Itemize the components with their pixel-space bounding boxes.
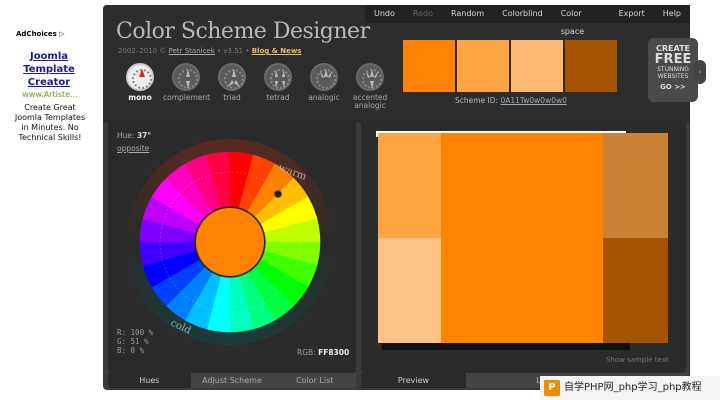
version: • v3.51 •	[217, 47, 250, 55]
ad-choices[interactable]: AdChoices ▷	[16, 30, 65, 38]
hue-readout: Hue: 37°	[117, 131, 151, 140]
menu-help[interactable]: Help	[654, 5, 690, 23]
swatch-lighter[interactable]	[511, 40, 563, 92]
ad-column: AdChoices ▷ Joomla Template Creator www.…	[0, 0, 98, 400]
tab-hues[interactable]: Hues	[108, 373, 191, 388]
menu-colorblind[interactable]: Colorblind	[493, 5, 552, 23]
selected-hue-center	[196, 208, 264, 276]
analogic-icon	[310, 63, 338, 91]
ad-url[interactable]: www.Artiste...	[14, 90, 86, 99]
tab-color-list[interactable]: Color List	[273, 373, 357, 388]
mode-label: triad	[223, 93, 241, 102]
complement-icon	[172, 63, 200, 91]
rgb-value: FF8300	[318, 348, 350, 357]
swatch-light[interactable]	[457, 40, 509, 92]
scheme-id-link[interactable]: 0A11Tw0w0w0w0	[500, 96, 566, 105]
hues-panel: warm cold Hue: 37° opposite R: 100 % G: …	[108, 120, 356, 373]
mode-triad[interactable]: triad	[209, 63, 255, 110]
preview-dark-block	[603, 133, 668, 238]
show-sample-text-link[interactable]: Show sample text	[606, 356, 669, 364]
preview-area	[376, 131, 668, 350]
scheme-swatches	[403, 40, 617, 92]
blog-link[interactable]: Blog & News	[252, 47, 302, 55]
watermark-text: 自学PHP网_php学习_php教程	[564, 382, 702, 393]
tetrad-icon	[264, 63, 292, 91]
triad-icon	[218, 63, 246, 91]
hue-handle[interactable]	[274, 190, 282, 198]
create-ad-go: GO >>	[660, 83, 686, 91]
mode-tetrad[interactable]: tetrad	[255, 63, 301, 110]
ad-choices-icon: ▷	[59, 30, 65, 38]
chevron-right-icon[interactable]: ›	[694, 60, 706, 84]
menu-undo[interactable]: Undo	[365, 5, 404, 23]
ad-title-link[interactable]: Joomla Template Creator	[14, 50, 84, 89]
scheme-mode-selector: mono complement triad tetrad analogic ac…	[117, 63, 393, 110]
mode-label: tetrad	[266, 93, 290, 102]
rgb-percent: R: 100 % G: 51 % B: 0 %	[117, 328, 153, 355]
menu-export[interactable]: Export	[610, 5, 654, 23]
scheme-preview	[378, 133, 668, 343]
author-link[interactable]: Petr Stanicek	[169, 47, 215, 55]
rgb-hex: RGB: FF8300	[297, 348, 349, 357]
top-menu: Undo Redo Random Colorblind Color space …	[365, 5, 690, 36]
menu-random[interactable]: Random	[442, 5, 493, 23]
left-tabs: Hues Adjust Scheme Color List	[108, 373, 357, 388]
accented-analogic-icon	[356, 63, 384, 91]
mono-icon	[126, 63, 154, 91]
create-ad-line2: FREE	[654, 52, 692, 67]
mode-complement[interactable]: complement	[163, 63, 211, 110]
menu-color-space[interactable]: Color space	[552, 5, 610, 36]
rgb-label: RGB:	[297, 348, 316, 357]
ad-body: Create Great Joomla Templates in Minutes…	[14, 103, 86, 142]
tab-preview[interactable]: Preview	[361, 373, 466, 388]
mode-label: complement	[163, 93, 211, 102]
ad-choices-label: AdChoices	[16, 30, 57, 38]
color-wheel[interactable]: warm cold	[128, 130, 338, 370]
mode-label: accented analogic	[352, 93, 388, 110]
mode-analogic[interactable]: analogic	[301, 63, 347, 110]
red-percent: R: 100 %	[117, 328, 154, 337]
color-scheme-app: Undo Redo Random Colorblind Color space …	[103, 5, 706, 390]
watermark-logo: P	[544, 380, 560, 396]
mode-mono[interactable]: mono	[117, 63, 163, 110]
preview-panel: Show sample text	[361, 120, 686, 373]
swatch-primary[interactable]	[403, 40, 455, 92]
watermark: P 自学PHP网_php学习_php教程	[540, 376, 720, 400]
preview-main-block	[441, 133, 603, 343]
swatch-dark[interactable]	[565, 40, 617, 92]
tab-adjust-scheme[interactable]: Adjust Scheme	[190, 373, 274, 388]
menu-redo[interactable]: Redo	[404, 5, 442, 23]
preview-lighter-block	[378, 238, 441, 343]
create-free-ad[interactable]: CREATE FREE STUNNING WEBSITES GO >>	[648, 38, 698, 102]
preview-light-block	[378, 133, 441, 238]
hue-value: 37°	[136, 131, 152, 140]
app-subtitle: 2002–2010 © Petr Stanicek • v3.51 • Blog…	[118, 47, 301, 55]
create-ad-line3: STUNNING WEBSITES	[657, 66, 689, 80]
blue-percent: B: 0 %	[117, 346, 145, 355]
mode-label: analogic	[308, 93, 340, 102]
hue-label: Hue:	[117, 131, 135, 140]
mode-label: mono	[128, 93, 152, 102]
scheme-id: Scheme ID: 0A11Tw0w0w0w0	[455, 96, 567, 105]
copyright: 2002–2010 ©	[118, 47, 167, 55]
opposite-link[interactable]: opposite	[117, 144, 149, 153]
mode-accented-analogic[interactable]: accented analogic	[347, 63, 393, 110]
scheme-id-label: Scheme ID:	[455, 96, 499, 105]
app-title: Color Scheme Designer	[116, 19, 370, 44]
preview-darker-block	[603, 238, 668, 343]
green-percent: G: 51 %	[117, 337, 149, 346]
